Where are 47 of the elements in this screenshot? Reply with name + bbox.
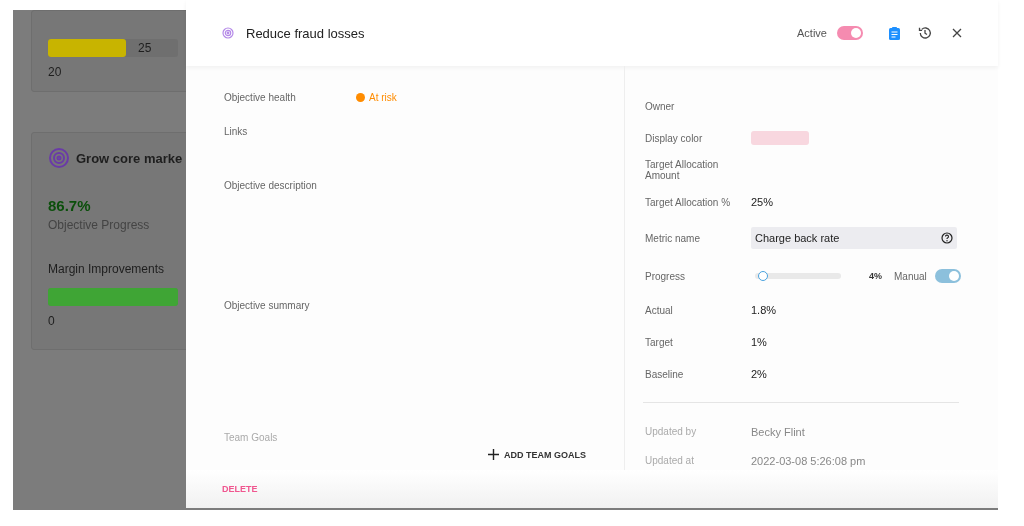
- status-badge: At risk: [356, 92, 397, 103]
- history-icon[interactable]: [918, 26, 932, 40]
- field-label: Objective description: [224, 180, 318, 191]
- metric-field[interactable]: Charge back rate: [751, 227, 957, 249]
- field-value: 2%: [751, 368, 767, 380]
- field-label: Updated by: [645, 426, 698, 437]
- close-icon[interactable]: [952, 28, 962, 38]
- bar-baseline: 0: [48, 314, 56, 328]
- field-label: Target: [645, 336, 674, 348]
- field-value: 1.8%: [751, 304, 777, 316]
- active-label: Active: [797, 27, 827, 39]
- color-swatch[interactable]: [751, 131, 809, 145]
- drawer-title: Reduce fraud losses: [246, 25, 366, 41]
- active-toggle[interactable]: [837, 26, 863, 40]
- clipboard-icon[interactable]: [889, 26, 900, 40]
- progress-slider[interactable]: [755, 273, 841, 279]
- target-icon: [222, 27, 234, 39]
- card-title: Grow core marke: [76, 150, 183, 166]
- field-label: Baseline: [645, 368, 685, 380]
- field-value: 2022-03-08 5:26:08 pm: [751, 454, 866, 467]
- field-label: Target Allocation Amount: [645, 159, 720, 181]
- plus-icon: [488, 449, 499, 460]
- progress-percent: 86.7%: [48, 197, 92, 214]
- field-label: Updated at: [645, 455, 695, 466]
- field-value: Becky Flint: [751, 425, 805, 438]
- progress-reading: 4%: [869, 271, 882, 281]
- field-label: Progress: [645, 270, 686, 282]
- section-label: Team Goals: [224, 432, 279, 443]
- field-value: 25%: [751, 196, 774, 208]
- help-icon[interactable]: [941, 232, 953, 244]
- field-label: Objective summary: [224, 300, 311, 311]
- field-label: Target Allocation %: [645, 196, 732, 208]
- target-icon: [48, 147, 70, 169]
- manual-toggle[interactable]: [934, 269, 961, 283]
- metric-name: Margin Improvements: [48, 262, 166, 276]
- field-value: 1%: [751, 336, 767, 348]
- field-label: Display color: [645, 132, 704, 144]
- field-label: Owner: [645, 100, 676, 112]
- bar-baseline: 20: [48, 65, 63, 79]
- manual-label: Manual: [894, 270, 927, 282]
- field-label: Metric name: [645, 232, 701, 244]
- slider-thumb[interactable]: [758, 271, 769, 281]
- add-team-goals-button[interactable]: ADD TEAM GOALS: [488, 449, 586, 460]
- bar-value: 25: [138, 41, 152, 55]
- field-label: Objective health: [224, 92, 297, 103]
- field-label: Actual: [645, 304, 674, 316]
- field-label: Links: [224, 126, 249, 137]
